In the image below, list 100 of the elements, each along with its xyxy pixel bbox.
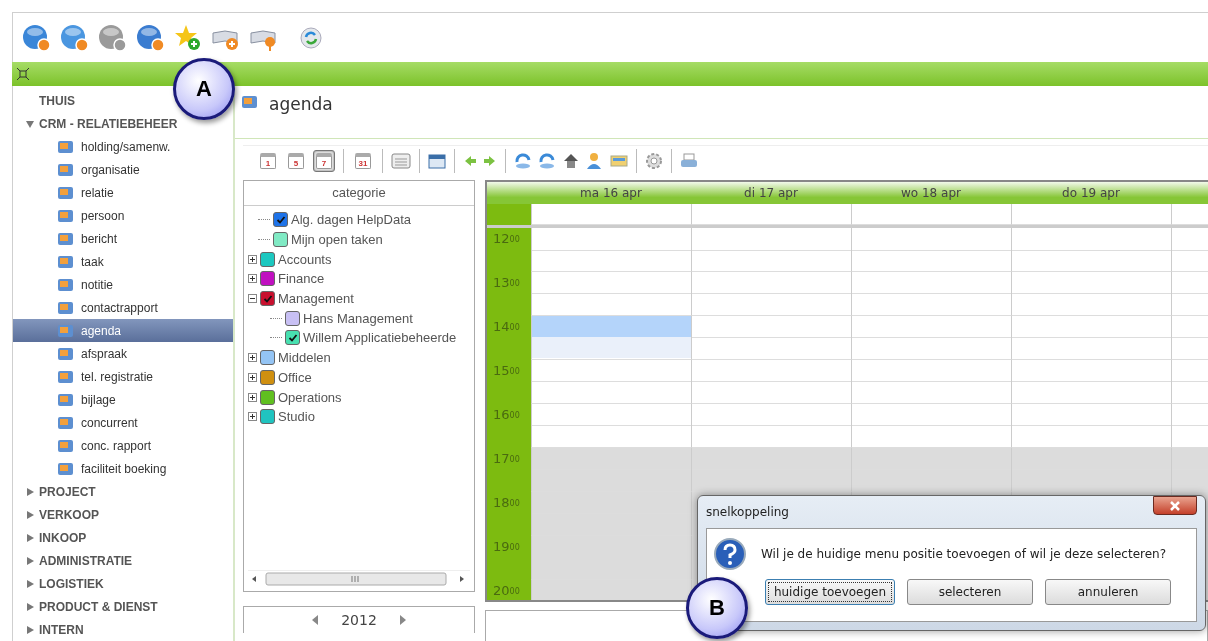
menu-item[interactable]: taak <box>13 250 233 273</box>
menu-item[interactable]: contactrapport <box>13 296 233 319</box>
time-slot-cell[interactable] <box>1011 228 1171 272</box>
menu-item[interactable]: persoon <box>13 204 233 227</box>
category-label[interactable]: Office <box>278 369 312 385</box>
category-label[interactable]: Mijn open taken <box>291 232 383 248</box>
all-day-cell[interactable] <box>531 204 691 225</box>
expand-icon[interactable] <box>248 392 257 402</box>
menu-section[interactable]: VERKOOP <box>13 503 99 526</box>
expand-icon[interactable] <box>248 274 257 284</box>
close-button[interactable] <box>1153 496 1197 515</box>
category-checkbox[interactable] <box>260 369 275 385</box>
time-slot-cell[interactable] <box>691 316 851 360</box>
time-slot-cell[interactable] <box>531 316 691 360</box>
globe-icon[interactable] <box>21 23 51 53</box>
menu-item[interactable]: relatie <box>13 181 233 204</box>
time-slot-cell[interactable] <box>851 272 1011 316</box>
category-label[interactable]: Alg. dagen HelpData <box>291 212 411 228</box>
time-slot-cell[interactable] <box>531 272 691 316</box>
menu-item[interactable]: conc. rapport <box>13 434 233 457</box>
time-slot-cell[interactable] <box>1171 316 1208 360</box>
collapse-icon[interactable] <box>248 294 257 304</box>
menu-section[interactable]: PRODUCT & DIENST <box>13 595 158 618</box>
time-slot-cell[interactable] <box>531 360 691 404</box>
printer-icon[interactable] <box>680 152 698 170</box>
horizontal-scrollbar[interactable] <box>248 570 470 587</box>
time-slot-cell[interactable] <box>1171 360 1208 404</box>
next-year-icon[interactable] <box>398 614 407 626</box>
category-checkbox[interactable] <box>260 409 275 425</box>
expand-icon[interactable] <box>248 412 257 422</box>
expand-icon[interactable] <box>248 372 257 382</box>
all-day-cell[interactable] <box>1011 204 1171 225</box>
house-icon[interactable] <box>562 152 580 170</box>
refresh-icon[interactable] <box>299 26 323 50</box>
category-checkbox[interactable] <box>260 350 275 366</box>
category-checkbox[interactable] <box>260 291 275 307</box>
all-day-cell[interactable] <box>1171 204 1208 225</box>
time-slot-cell[interactable] <box>851 448 1011 492</box>
menu-section[interactable]: LOGISTIEK <box>13 572 104 595</box>
menu-item[interactable]: concurrent <box>13 411 233 434</box>
category-label[interactable]: Operations <box>278 389 342 405</box>
time-slot-cell[interactable] <box>691 272 851 316</box>
menu-section[interactable]: INTERN <box>13 618 84 641</box>
time-slot-cell[interactable] <box>1011 360 1171 404</box>
all-day-cell[interactable] <box>691 204 851 225</box>
category-checkbox[interactable] <box>285 310 300 326</box>
menu-item[interactable]: bericht <box>13 227 233 250</box>
category-label[interactable]: Studio <box>278 409 315 425</box>
category-label[interactable]: Management <box>278 291 354 307</box>
list-icon[interactable] <box>391 152 411 170</box>
category-checkbox[interactable] <box>260 271 275 287</box>
time-slot-cell[interactable] <box>691 360 851 404</box>
time-slot-cell[interactable] <box>1171 228 1208 272</box>
time-slot-cell[interactable] <box>851 360 1011 404</box>
star-add-icon[interactable] <box>173 23 203 53</box>
menu-section[interactable]: INKOOP <box>13 526 87 549</box>
sync-icon[interactable] <box>538 152 556 170</box>
day-header[interactable]: ma 16 apr <box>531 182 691 204</box>
category-label[interactable]: Middelen <box>278 350 331 366</box>
person-icon[interactable] <box>586 152 604 170</box>
globe-icon[interactable] <box>135 23 165 53</box>
calendar-view-button[interactable]: 1 <box>257 150 279 172</box>
dialog-button[interactable]: huidige toevoegen <box>765 579 895 605</box>
previous-year-icon[interactable] <box>311 614 320 626</box>
time-slot-cell[interactable] <box>691 448 851 492</box>
settings-icon[interactable] <box>645 152 663 170</box>
day-header[interactable]: wo 18 apr <box>851 182 1011 204</box>
time-slot-cell[interactable] <box>1171 404 1208 448</box>
category-checkbox[interactable] <box>273 232 288 248</box>
arrow-right-icon[interactable] <box>483 154 497 168</box>
category-label[interactable]: Accounts <box>278 251 332 267</box>
calendar-view-button[interactable]: 7 <box>313 150 335 172</box>
day-header[interactable]: do 19 apr <box>1011 182 1171 204</box>
menu-item[interactable]: holding/samenw. <box>13 135 233 158</box>
menu-item[interactable]: agenda <box>13 319 233 342</box>
time-slot-cell[interactable] <box>851 228 1011 272</box>
time-slot-cell[interactable] <box>1011 272 1171 316</box>
sync-icon[interactable] <box>514 152 532 170</box>
category-checkbox[interactable] <box>260 389 275 405</box>
time-slot-cell[interactable] <box>1011 448 1171 492</box>
calendar-view-button[interactable]: 31 <box>352 150 374 172</box>
time-slot-cell[interactable] <box>1011 316 1171 360</box>
time-slot-cell[interactable] <box>531 448 691 492</box>
menu-item[interactable]: organisatie <box>13 158 233 181</box>
time-slot-cell[interactable] <box>1011 404 1171 448</box>
time-slot-cell[interactable] <box>531 404 691 448</box>
category-checkbox[interactable] <box>285 330 300 346</box>
day-header[interactable]: di 17 apr <box>691 182 851 204</box>
time-slot-cell[interactable] <box>691 228 851 272</box>
time-slot-cell[interactable] <box>1171 272 1208 316</box>
globe-icon[interactable] <box>97 23 127 53</box>
arrow-left-icon[interactable] <box>463 154 477 168</box>
all-day-cell[interactable] <box>851 204 1011 225</box>
menu-section[interactable]: THUIS <box>13 89 75 112</box>
time-slot-cell[interactable] <box>851 404 1011 448</box>
calendar-view-button[interactable]: 5 <box>285 150 307 172</box>
menu-item[interactable]: bijlage <box>13 388 233 411</box>
time-slot-cell[interactable] <box>851 316 1011 360</box>
expand-icon[interactable] <box>248 353 257 363</box>
category-label[interactable]: Hans Management <box>303 310 413 326</box>
